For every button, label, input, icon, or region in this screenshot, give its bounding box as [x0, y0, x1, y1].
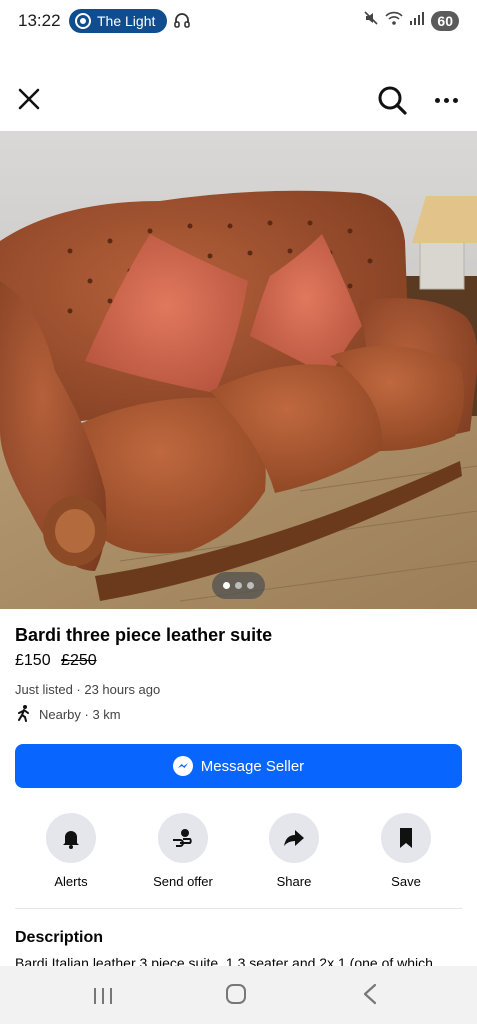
listed-time: Just listed · 23 hours ago	[15, 682, 161, 697]
home-icon[interactable]	[226, 984, 246, 1004]
photo-pager[interactable]	[212, 572, 265, 599]
distance-row: Nearby · 3 km	[15, 704, 121, 725]
alerts-label: Alerts	[54, 874, 88, 889]
close-icon[interactable]	[14, 84, 46, 116]
distance-label: Nearby · 3 km	[39, 707, 121, 722]
bookmark-icon	[381, 813, 431, 863]
signal-icon	[409, 11, 425, 30]
bell-icon	[46, 813, 96, 863]
battery-indicator: 60	[431, 10, 459, 31]
original-price: £250	[61, 652, 97, 669]
save-label: Save	[391, 874, 421, 889]
status-icons: 60	[363, 10, 459, 31]
listing-photo[interactable]	[0, 131, 477, 609]
message-seller-button[interactable]: Message Seller	[15, 744, 462, 788]
mute-icon	[363, 10, 379, 31]
sofa-photo	[0, 131, 477, 609]
alerts-action[interactable]: Alerts	[26, 813, 116, 889]
send-offer-action[interactable]: Send offer	[138, 813, 228, 889]
description-heading: Description	[15, 929, 104, 946]
walking-icon	[15, 704, 33, 725]
messenger-icon	[172, 756, 193, 776]
pager-dot-active	[223, 582, 230, 589]
share-icon	[269, 813, 319, 863]
wifi-icon	[385, 10, 404, 31]
divider	[15, 908, 462, 909]
status-time: 13:22	[18, 11, 61, 30]
system-nav-bar	[0, 966, 477, 1024]
description-text: Bardi Italian leather 3 piece suite, 1 3…	[15, 955, 433, 966]
pager-dot	[235, 582, 242, 589]
media-label: The Light	[97, 13, 156, 29]
media-icon	[75, 13, 91, 29]
price: £150	[15, 652, 51, 669]
back-icon[interactable]	[360, 982, 380, 1011]
listing-title: Bardi three piece leather suite	[15, 625, 273, 645]
offer-icon	[158, 813, 208, 863]
save-action[interactable]: Save	[361, 813, 451, 889]
search-icon[interactable]	[374, 82, 410, 118]
pager-dot	[247, 582, 254, 589]
share-action[interactable]: Share	[249, 813, 339, 889]
share-label: Share	[276, 874, 312, 889]
media-pill[interactable]: The Light	[69, 9, 167, 33]
top-bar	[0, 74, 477, 122]
action-row: Alerts Send offer Share Save	[0, 813, 477, 893]
status-bar: 13:22 The Light 60	[0, 0, 477, 44]
headphones-icon	[173, 11, 191, 34]
message-seller-label: Message Seller	[200, 757, 305, 775]
more-icon[interactable]	[428, 84, 464, 116]
price-row: £150 £250	[15, 652, 97, 670]
recent-apps-icon[interactable]	[92, 986, 114, 1011]
send-offer-label: Send offer	[153, 874, 213, 889]
